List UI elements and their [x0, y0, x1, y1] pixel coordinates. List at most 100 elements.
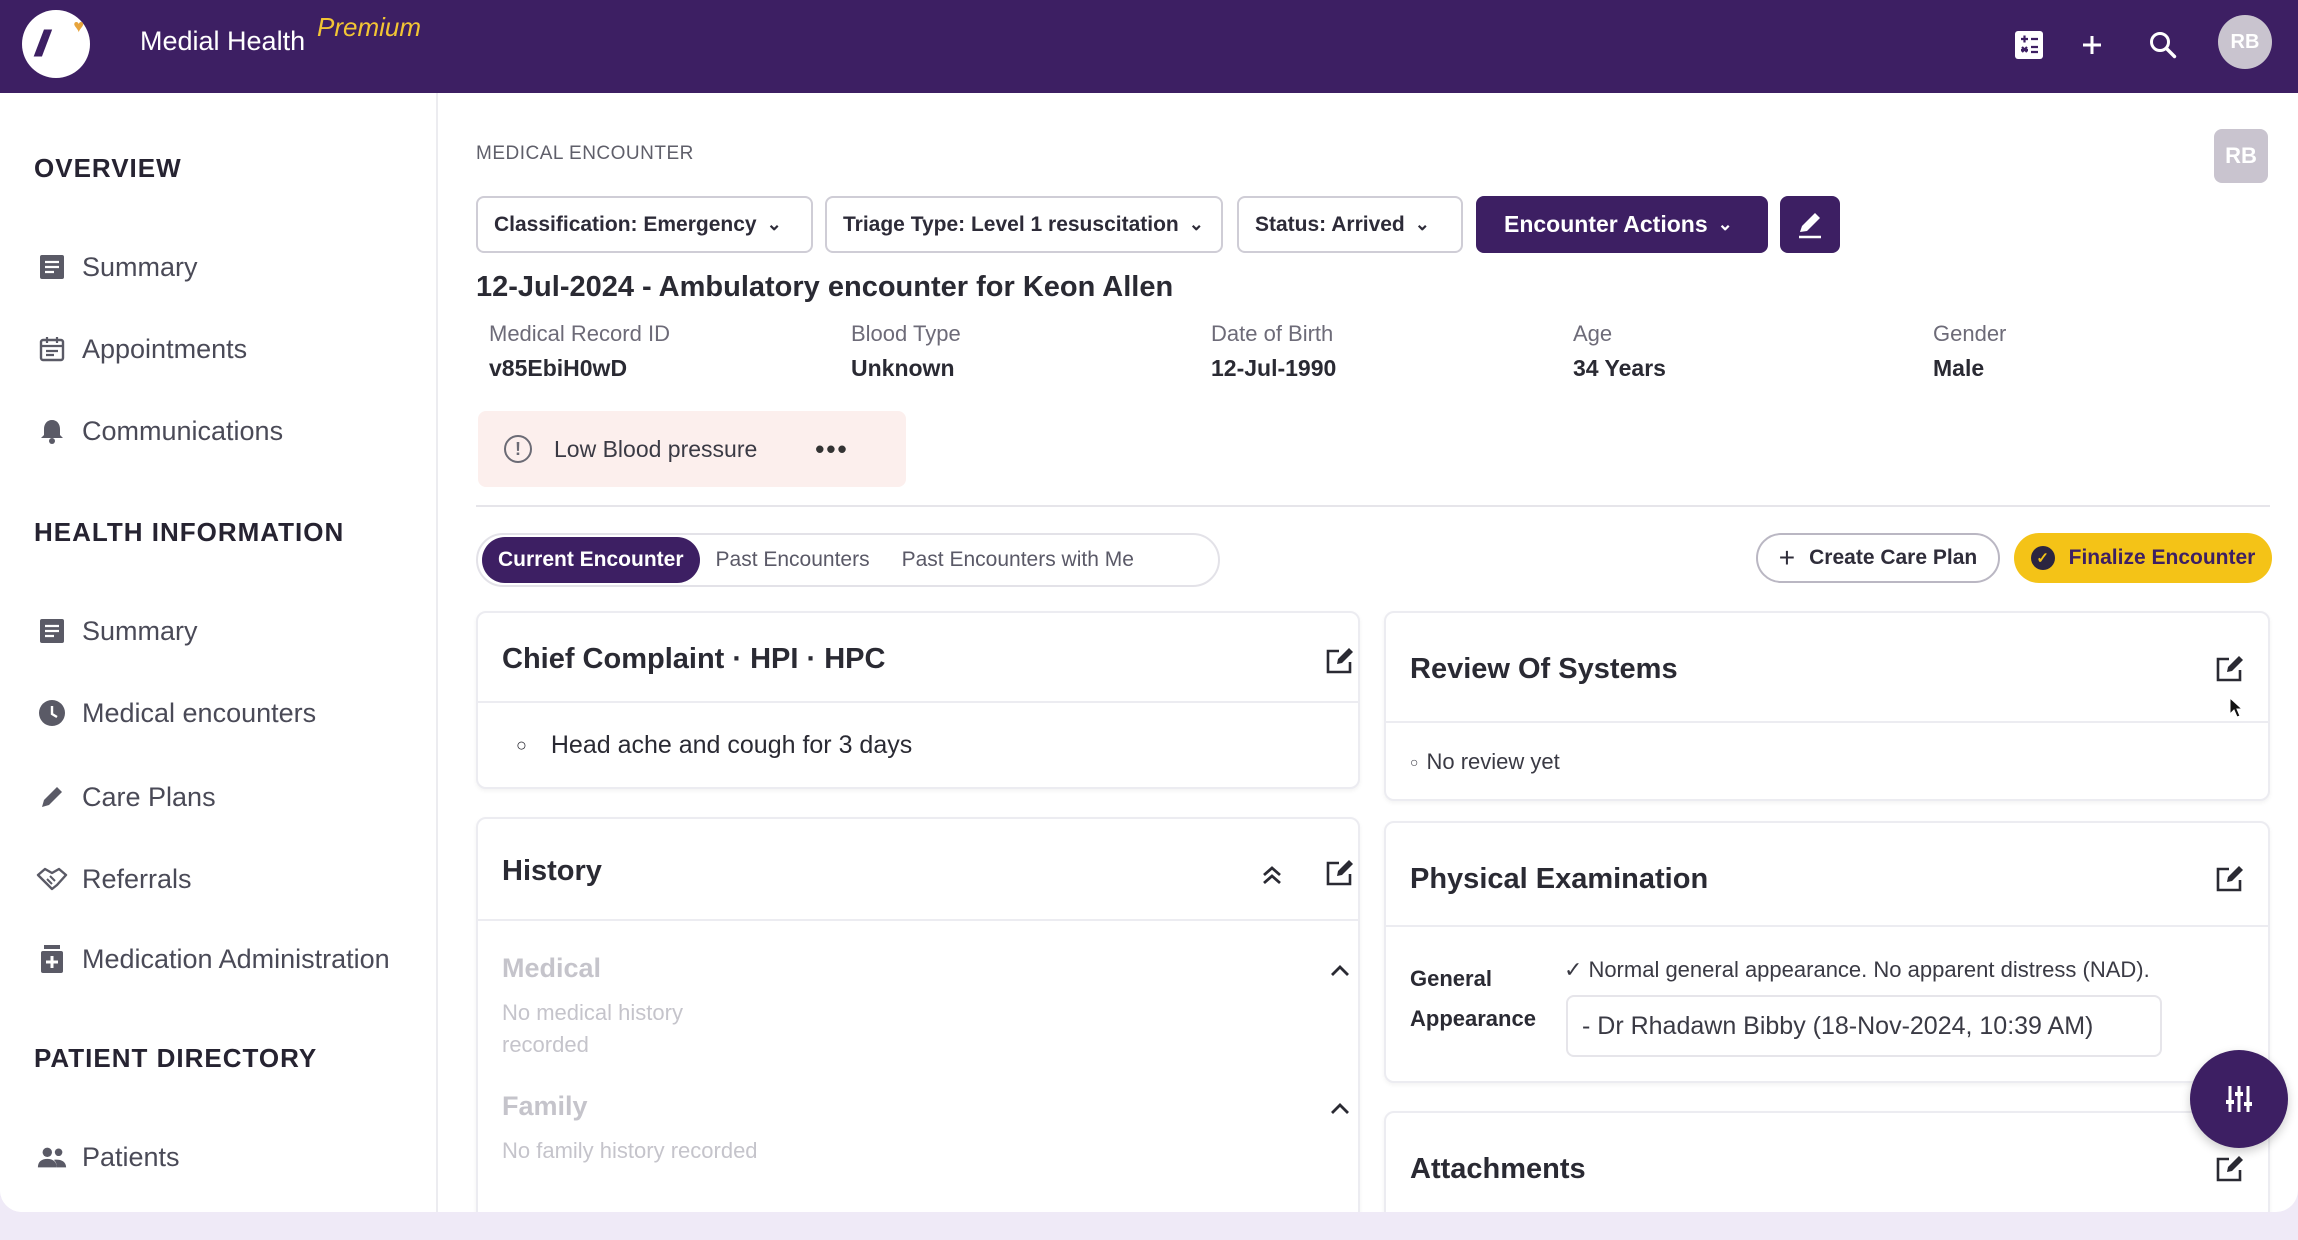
exam-author: - Dr Rhadawn Bibby (18-Nov-2024, 10:39 A…	[1566, 995, 2162, 1057]
finalize-encounter-button[interactable]: ✓ Finalize Encounter	[2014, 533, 2272, 583]
encounter-tabs: Current Encounter Past Encounters Past E…	[476, 533, 1220, 587]
calculator-icon[interactable]	[2006, 22, 2052, 68]
field-value: Unknown	[851, 355, 955, 381]
add-icon[interactable]	[2069, 22, 2115, 68]
chevron-down-icon: ⌄	[1188, 214, 1204, 234]
encounter-title: 12-Jul-2024 - Ambulatory encounter for K…	[476, 271, 1174, 303]
card-divider	[478, 701, 1358, 703]
sidebar-item-label: Care Plans	[82, 781, 216, 812]
physical-examination-card: Physical Examination General Appearance …	[1384, 821, 2270, 1083]
review-item: ○ No review yet	[1410, 749, 1560, 775]
medical-history-heading: Medical	[502, 953, 602, 983]
sidebar-item-overview-summary[interactable]: Summary	[36, 243, 198, 291]
field-label: Age	[1573, 321, 1613, 346]
bell-icon	[36, 415, 68, 447]
brand-logo[interactable]: //♥	[22, 10, 90, 78]
warning-icon: !	[504, 435, 532, 463]
create-care-plan-button[interactable]: + Create Care Plan	[1756, 533, 2000, 583]
sidebar-item-label: Appointments	[82, 333, 248, 364]
pencil-icon	[1799, 212, 1821, 238]
user-badge[interactable]: RB	[2214, 129, 2268, 183]
sidebar-item-appointments[interactable]: Appointments	[36, 325, 247, 373]
sidebar-item-referrals[interactable]: Referrals	[36, 855, 192, 903]
edit-icon[interactable]	[1322, 855, 1358, 891]
edit-icon[interactable]	[1322, 643, 1358, 679]
settings-fab[interactable]	[2190, 1050, 2288, 1148]
card-divider	[1386, 721, 2268, 723]
more-options-icon[interactable]: •••	[815, 434, 848, 465]
sidebar-item-label: Medical encounters	[82, 697, 317, 728]
chief-complaint-card: Chief Complaint · HPI · HPC ○ Head ache …	[476, 611, 1360, 789]
collapse-all-icon[interactable]	[1254, 857, 1290, 893]
check-circle-icon: ✓	[2030, 546, 2055, 570]
sidebar-item-label: Communications	[82, 415, 284, 446]
field-value: 12-Jul-1990	[1211, 355, 1337, 381]
field-label: Date of Birth	[1211, 321, 1334, 346]
family-history-text: No family history recorded	[502, 1138, 758, 1163]
sidebar-item-communications[interactable]: Communications	[36, 407, 283, 455]
sidebar-item-health-summary[interactable]: Summary	[36, 607, 198, 655]
edit-icon[interactable]	[2212, 861, 2248, 897]
card-title: History	[502, 855, 602, 887]
chevron-down-icon: ⌄	[766, 214, 782, 234]
patient-directory-heading: PATIENT DIRECTORY	[34, 1043, 318, 1073]
clock-icon	[36, 697, 68, 729]
encounter-actions-button[interactable]: Encounter Actions ⌄	[1476, 196, 1768, 253]
handshake-icon	[36, 863, 68, 895]
allergy-alert: ! Low Blood pressure •••	[478, 411, 906, 487]
field-value: 34 Years	[1573, 355, 1666, 381]
chevron-up-icon[interactable]	[1322, 953, 1358, 989]
sidebar-item-label: Referrals	[82, 863, 192, 894]
sidebar-item-care-plans[interactable]: Care Plans	[36, 773, 216, 821]
exam-finding-text: Normal general appearance. No apparent d…	[1588, 957, 2150, 982]
medical-history-text: No medical history recorded	[502, 1000, 683, 1057]
age-field: Age 34 Years	[1573, 321, 1666, 382]
chevron-up-icon[interactable]	[1322, 1091, 1358, 1127]
alert-text: Low Blood pressure	[554, 435, 758, 462]
status-value: Status: Arrived	[1255, 212, 1405, 236]
sidebar: OVERVIEW Summary Appointments Communicat…	[0, 93, 438, 1212]
edit-icon[interactable]	[2212, 1151, 2248, 1187]
sidebar-item-medication-administration[interactable]: Medication Administration	[36, 935, 390, 983]
plus-icon: +	[1778, 542, 1796, 573]
main-content: MEDICAL ENCOUNTER RB Classification: Eme…	[440, 93, 2298, 1212]
triage-type-dropdown[interactable]: Triage Type: Level 1 resuscitation ⌄	[825, 196, 1223, 253]
tab-past-encounters-with-me[interactable]: Past Encounters with Me	[886, 537, 1150, 583]
classification-value: Classification: Emergency	[494, 212, 757, 236]
overview-heading: OVERVIEW	[34, 153, 182, 183]
edit-encounter-button[interactable]	[1780, 196, 1840, 253]
history-card: History Medical No medical history recor…	[476, 817, 1360, 1212]
sidebar-item-medical-encounters[interactable]: Medical encounters	[36, 689, 316, 737]
document-icon	[36, 615, 68, 647]
status-dropdown[interactable]: Status: Arrived ⌄	[1237, 196, 1463, 253]
calendar-icon	[36, 333, 68, 365]
tab-current-encounter[interactable]: Current Encounter	[482, 537, 700, 583]
edit-icon[interactable]	[2212, 651, 2248, 687]
search-icon[interactable]	[2140, 22, 2186, 68]
medical-record-field: Medical Record ID v85EbiH0wD	[489, 321, 670, 382]
complaint-item: ○ Head ache and cough for 3 days	[516, 731, 912, 760]
divider	[476, 505, 2270, 507]
triage-type-value: Triage Type: Level 1 resuscitation	[843, 212, 1179, 236]
card-title: Physical Examination	[1410, 863, 1709, 895]
field-label: Gender	[1933, 321, 2007, 346]
finalize-encounter-label: Finalize Encounter	[2068, 546, 2256, 569]
field-label: Blood Type	[851, 321, 961, 346]
sidebar-item-patients[interactable]: Patients	[36, 1133, 180, 1181]
tab-past-encounters[interactable]: Past Encounters	[700, 537, 886, 583]
people-icon	[36, 1141, 68, 1173]
field-value: v85EbiH0wD	[489, 355, 628, 381]
field-value: Male	[1933, 355, 1985, 381]
card-title: Attachments	[1410, 1153, 1586, 1185]
classification-dropdown[interactable]: Classification: Emergency ⌄	[476, 196, 813, 253]
sidebar-item-label: Summary	[82, 251, 198, 282]
card-divider	[478, 919, 1358, 921]
health-information-heading: HEALTH INFORMATION	[34, 517, 345, 547]
review-text: No review yet	[1426, 749, 1560, 774]
date-of-birth-field: Date of Birth 12-Jul-1990	[1211, 321, 1336, 382]
user-avatar[interactable]: RB	[2218, 15, 2272, 69]
brand-name: Medial Health	[140, 26, 306, 56]
section-label: MEDICAL ENCOUNTER	[476, 143, 694, 164]
complaint-text: Head ache and cough for 3 days	[550, 731, 913, 759]
bullet-icon: ○	[516, 735, 527, 755]
